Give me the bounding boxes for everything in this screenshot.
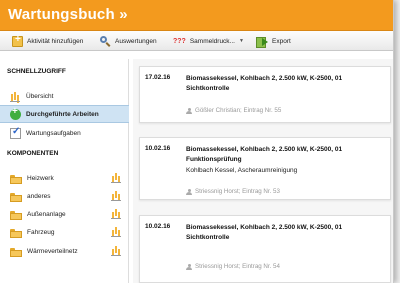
entry-title: Biomassekessel, Kohlbach 2, 2.500 kW, K-… xyxy=(186,75,343,92)
chevron-down-icon: ▼ xyxy=(238,38,244,44)
sidebar-item-maintenance-tasks[interactable]: Wartungsaufgaben xyxy=(0,124,129,142)
title-bar: Wartungsbuch » xyxy=(0,0,393,31)
sidebar-item-label: Heizwerk xyxy=(27,174,54,182)
sidebar-item-aussenanlage[interactable]: Außenanlage xyxy=(0,205,129,223)
folder-icon xyxy=(10,247,22,257)
bar-chart-icon[interactable] xyxy=(111,209,121,219)
checkbox-icon xyxy=(10,126,21,139)
add-activity-button[interactable]: Aktivität hinzufügen xyxy=(12,34,83,48)
bar-chart-icon[interactable] xyxy=(111,246,121,256)
sidebar-item-label: Wärmeverteilnetz xyxy=(27,247,78,255)
sidebar-item-label: Übersicht xyxy=(26,92,54,100)
entry-card[interactable]: 17.02.16 Biomassekessel, Kohlbach 2, 2.5… xyxy=(139,66,391,123)
sidebar-item-fahrzeug[interactable]: Fahrzeug xyxy=(0,223,129,241)
sidebar-item-label: Außenanlage xyxy=(27,210,66,218)
entry-meta: Striessnig Horst; Eintrag Nr. 53 xyxy=(186,188,280,195)
sidebar-item-label: anderes xyxy=(27,192,51,200)
entry-meta-text: Gößler Christian; Eintrag Nr. 55 xyxy=(195,107,282,114)
user-icon xyxy=(186,188,192,195)
export-button[interactable]: Export xyxy=(256,34,291,48)
entry-title: Biomassekessel, Kohlbach 2, 2.500 kW, K-… xyxy=(186,224,343,241)
sidebar-item-label: Durchgeführte Arbeiten xyxy=(26,110,99,118)
folder-icon xyxy=(10,228,22,238)
sidebar-item-anderes[interactable]: anderes xyxy=(0,187,129,205)
entry-subtitle: Kohlbach Kessel, Ascheraumreinigung xyxy=(186,167,298,174)
entry-date: 10.02.16 xyxy=(145,145,171,152)
folder-icon xyxy=(10,174,22,184)
entry-card[interactable]: 10.02.16 Biomassekessel, Kohlbach 2, 2.5… xyxy=(139,137,391,200)
user-icon xyxy=(186,107,192,114)
bulk-print-label: Sammeldruck... xyxy=(189,37,235,45)
missing-icon-placeholder: ??? xyxy=(173,37,186,45)
entry-title: Biomassekessel, Kohlbach 2, 2.500 kW, K-… xyxy=(186,146,343,163)
entry-date: 10.02.16 xyxy=(145,223,171,230)
bar-chart-icon[interactable] xyxy=(111,227,121,237)
add-activity-icon xyxy=(12,34,23,47)
app-title[interactable]: Wartungsbuch » xyxy=(8,6,128,23)
folder-icon xyxy=(10,192,22,202)
sidebar-item-waermeverteilnetz[interactable]: Wärmeverteilnetz xyxy=(0,242,129,260)
sidebar-item-label: Wartungsaufgaben xyxy=(26,129,81,137)
entry-meta: Gößler Christian; Eintrag Nr. 55 xyxy=(186,107,281,114)
sidebar-item-heizwerk[interactable]: Heizwerk xyxy=(0,169,129,187)
entry-meta: Striessnig Horst; Eintrag Nr. 54 xyxy=(186,263,280,270)
entry-meta-text: Striessnig Horst; Eintrag Nr. 54 xyxy=(195,263,280,270)
entries-list: 17.02.16 Biomassekessel, Kohlbach 2, 2.5… xyxy=(133,59,393,283)
export-label: Export xyxy=(272,37,291,45)
entry-date: 17.02.16 xyxy=(145,74,171,81)
components-heading: KOMPONENTEN xyxy=(7,150,59,157)
toolbar: Aktivität hinzufügen Auswertungen ??? Sa… xyxy=(0,31,393,51)
quick-access-heading: SCHNELLZUGRIFF xyxy=(7,68,66,75)
bar-chart-icon[interactable] xyxy=(111,173,121,183)
sidebar-item-overview[interactable]: Übersicht xyxy=(0,87,129,105)
sidebar: SCHNELLZUGRIFF Übersicht Durchgeführte A… xyxy=(0,59,129,283)
bulk-print-dropdown[interactable]: ??? Sammeldruck... ▼ xyxy=(173,34,244,48)
folder-icon xyxy=(10,210,22,220)
export-icon xyxy=(256,36,268,48)
search-icon xyxy=(100,35,111,47)
sidebar-item-label: Fahrzeug xyxy=(27,228,55,236)
user-icon xyxy=(186,263,192,270)
app-window: Wartungsbuch » Aktivität hinzufügen Ausw… xyxy=(0,0,394,283)
bar-chart-icon xyxy=(10,91,21,102)
sidebar-item-completed-work[interactable]: Durchgeführte Arbeiten xyxy=(0,105,129,123)
entry-meta-text: Striessnig Horst; Eintrag Nr. 53 xyxy=(195,188,280,195)
evaluations-label: Auswertungen xyxy=(115,37,157,45)
evaluations-button[interactable]: Auswertungen xyxy=(100,34,157,48)
entry-card[interactable]: 10.02.16 Biomassekessel, Kohlbach 2, 2.5… xyxy=(139,215,391,283)
add-circle-icon xyxy=(10,106,21,120)
add-activity-label: Aktivität hinzufügen xyxy=(27,37,84,45)
bar-chart-icon[interactable] xyxy=(111,191,121,201)
